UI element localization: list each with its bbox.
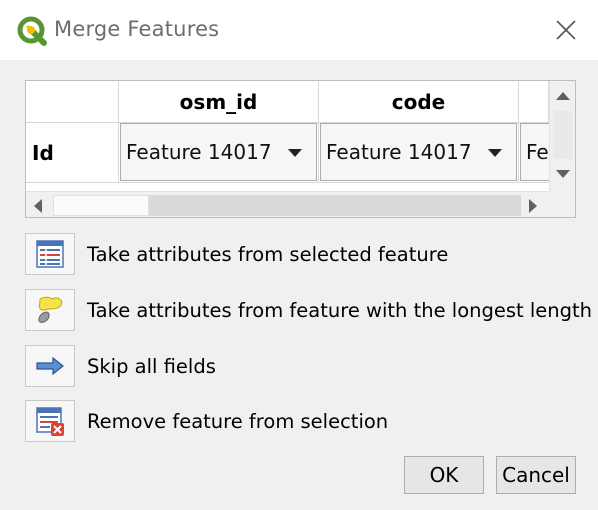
remove-from-selection-action[interactable]: Remove feature from selection (25, 400, 585, 442)
code-select-value: Feature 14017 (326, 140, 472, 164)
vertical-scrollbar[interactable] (549, 81, 575, 191)
horizontal-scroll-thumb[interactable] (53, 195, 149, 216)
horizontal-scrollbar[interactable] (26, 191, 549, 217)
scroll-corner (549, 191, 575, 217)
take-from-selected-button[interactable] (25, 233, 75, 275)
remove-from-selection-label: Remove feature from selection (87, 409, 389, 433)
close-button[interactable] (546, 12, 586, 48)
scroll-left-icon[interactable] (34, 199, 42, 213)
skip-all-fields-action[interactable]: Skip all fields (25, 345, 585, 387)
arrow-right-icon (36, 356, 64, 376)
table-cell: Feature 14017 (119, 123, 319, 183)
longest-feature-icon (38, 296, 63, 323)
ok-button[interactable]: OK (404, 456, 484, 494)
osm-id-source-select[interactable]: Feature 14017 (120, 123, 317, 181)
take-from-longest-action[interactable]: Take attributes from feature with the lo… (25, 289, 592, 331)
chevron-down-icon (288, 149, 302, 157)
merge-features-dialog: Merge Features osm_id code Id Feature 14… (0, 0, 598, 510)
vertical-scroll-thumb[interactable] (553, 111, 573, 159)
skip-all-fields-label: Skip all fields (87, 354, 216, 378)
code-source-select[interactable]: Feature 14017 (320, 123, 517, 181)
osm-id-select-value: Feature 14017 (126, 140, 272, 164)
table-cell: Fe (519, 123, 575, 183)
next-select-value: Fe (526, 140, 549, 164)
take-from-selected-label: Take attributes from selected feature (87, 242, 449, 266)
qgis-logo-icon (16, 15, 48, 47)
table-corner (26, 81, 119, 123)
take-from-selected-action[interactable]: Take attributes from selected feature (25, 233, 585, 275)
column-header-code[interactable]: code (319, 81, 519, 123)
scroll-down-icon[interactable] (556, 170, 570, 178)
dialog-title: Merge Features (54, 17, 220, 41)
attribute-table-icon (36, 240, 64, 268)
column-header-next[interactable] (519, 81, 549, 123)
take-from-longest-label: Take attributes from feature with the lo… (87, 298, 593, 322)
skip-all-fields-button[interactable] (25, 345, 75, 387)
take-from-longest-button[interactable] (25, 289, 75, 331)
chevron-down-icon (488, 149, 502, 157)
scroll-up-icon[interactable] (556, 92, 570, 100)
title-bar: Merge Features (0, 0, 598, 60)
close-icon (556, 20, 576, 40)
remove-from-selection-icon (36, 407, 64, 436)
row-header-id: Id (26, 123, 119, 183)
cancel-button[interactable]: Cancel (496, 456, 576, 494)
remove-from-selection-button[interactable] (25, 400, 75, 442)
attribute-merge-table: osm_id code Id Feature 14017 Feature 140… (25, 80, 576, 218)
table-cell: Feature 14017 (319, 123, 519, 183)
column-header-osm-id[interactable]: osm_id (119, 81, 319, 123)
horizontal-scroll-track[interactable] (149, 195, 521, 216)
scroll-right-icon[interactable] (529, 199, 537, 213)
